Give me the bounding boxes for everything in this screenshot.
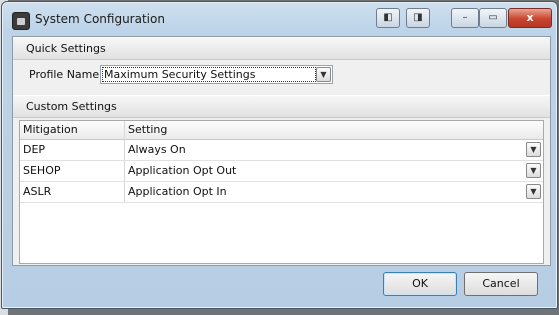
column-header-mitigation[interactable]: Mitigation — [20, 121, 123, 139]
profile-dropdown-button[interactable]: ▼ — [316, 67, 331, 82]
quick-settings-header: Quick Settings — [13, 37, 550, 60]
mitigation-cell: SEHOP — [23, 164, 61, 177]
profile-name-label: Profile Name — [29, 68, 100, 81]
ok-button[interactable]: OK — [383, 272, 457, 296]
setting-dropdown-button[interactable]: ▼ — [526, 184, 541, 199]
snap-left-icon[interactable]: ◧ — [376, 8, 400, 28]
chevron-down-icon: ▼ — [530, 145, 537, 154]
chevron-down-icon: ▼ — [320, 70, 327, 79]
setting-cell[interactable]: Always On — [125, 140, 186, 160]
grid-header: Mitigation Setting — [20, 121, 543, 140]
app-icon — [12, 12, 30, 30]
table-row[interactable]: SEHOP Application Opt Out ▼ — [20, 161, 543, 182]
profile-name-combobox[interactable]: Maximum Security Settings — [100, 65, 333, 84]
system-configuration-dialog: System Configuration ◧ ◨ – ▭ x Quick Set… — [1, 1, 558, 309]
dialog-client-area: Quick Settings Profile Name Maximum Secu… — [12, 36, 551, 266]
setting-dropdown-button[interactable]: ▼ — [526, 163, 541, 178]
setting-dropdown-button[interactable]: ▼ — [526, 142, 541, 157]
setting-cell[interactable]: Application Opt In — [125, 182, 227, 202]
mitigation-cell: ASLR — [23, 185, 52, 198]
minimize-icon: – — [462, 12, 468, 23]
custom-settings-header: Custom Settings — [13, 95, 550, 118]
cancel-button[interactable]: Cancel — [464, 272, 538, 296]
table-row[interactable]: ASLR Application Opt In ▼ — [20, 182, 543, 203]
dialog-footer: OK Cancel — [12, 265, 549, 303]
setting-cell[interactable]: Application Opt Out — [125, 161, 236, 181]
mitigation-cell: DEP — [23, 143, 46, 156]
table-row[interactable]: DEP Always On ▼ — [20, 140, 543, 161]
maximize-icon: ▭ — [488, 12, 498, 23]
snap-split-icon[interactable]: ◨ — [406, 8, 430, 28]
close-button[interactable]: x — [508, 8, 552, 28]
window-title: System Configuration — [35, 12, 165, 26]
title-bar[interactable]: System Configuration ◧ ◨ – ▭ x — [2, 2, 557, 36]
mitigation-grid: Mitigation Setting DEP Always On ▼ SEHOP… — [19, 120, 544, 264]
minimize-button[interactable]: – — [451, 8, 479, 28]
chevron-down-icon: ▼ — [530, 187, 537, 196]
close-icon: x — [526, 11, 534, 24]
maximize-button[interactable]: ▭ — [479, 8, 507, 28]
chevron-down-icon: ▼ — [530, 166, 537, 175]
profile-name-value: Maximum Security Settings — [102, 67, 316, 82]
column-header-setting[interactable]: Setting — [125, 121, 428, 139]
